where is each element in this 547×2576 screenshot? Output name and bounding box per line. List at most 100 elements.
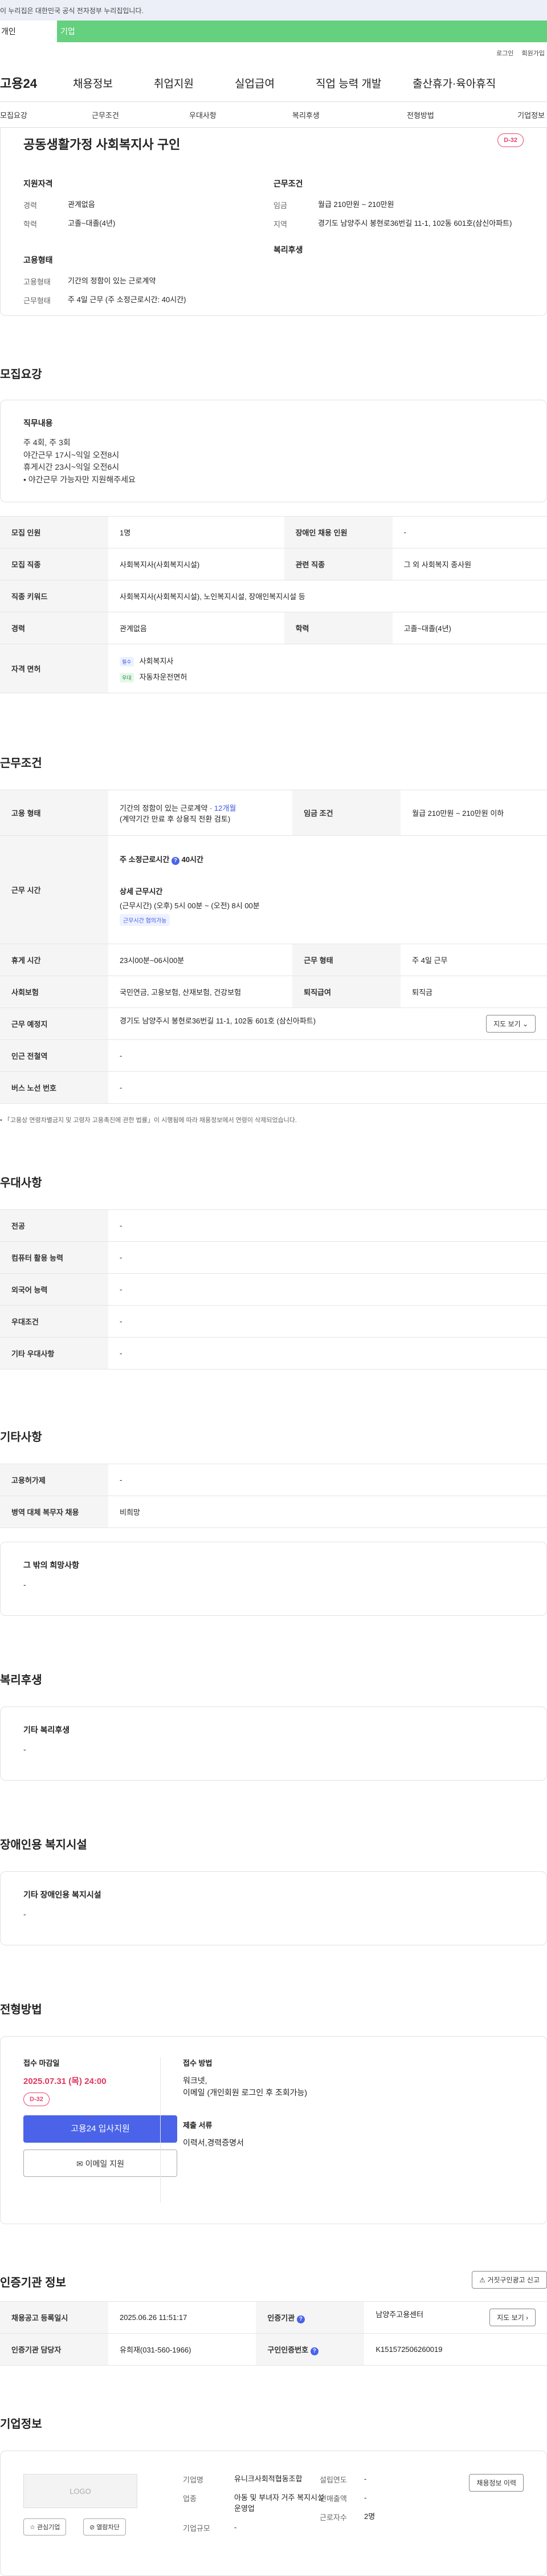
- info-icon[interactable]: ?: [171, 857, 179, 865]
- pref-table: 전공 - 컴퓨터 활용 능력 - 외국어 능력 - 우대조건 - 기타 우대사항 -: [0, 1209, 547, 1370]
- time-std-label: 주 소정근로시간: [120, 855, 170, 864]
- size-label: 기업규모: [183, 2524, 210, 2533]
- row-label: 학력: [284, 612, 393, 644]
- signup-link[interactable]: 회원가입: [522, 48, 545, 58]
- row-label: 버스 노선 번호: [0, 1071, 108, 1104]
- divider: [160, 2057, 161, 2203]
- sales-label: 연매출액: [320, 2494, 347, 2503]
- info-icon[interactable]: ?: [310, 2347, 319, 2355]
- org-value: 남양주고용센터: [375, 2310, 424, 2319]
- cert-title: 인증기관 정보: [0, 2277, 66, 2289]
- tab-selection[interactable]: 전형방법: [361, 109, 476, 120]
- favorite-button[interactable]: ☆ 관심기업: [23, 2518, 67, 2536]
- block-label: 열람차단: [96, 2524, 120, 2531]
- star-icon: ☆: [30, 2524, 35, 2531]
- pref-title: 우대사항: [0, 1177, 42, 1189]
- gnb-item-unemployment[interactable]: 실업급여: [235, 75, 316, 91]
- cond-heading: 근무조건: [274, 179, 303, 188]
- login-link[interactable]: 로그인: [496, 48, 513, 58]
- gnb-item-leave[interactable]: 출산휴가·육아휴직: [413, 75, 496, 91]
- gov-banner: 이 누리집은 대한민국 공식 전자정부 누리집입니다.: [0, 0, 547, 21]
- row-value: -: [108, 1241, 547, 1274]
- qual-heading: 지원자격: [23, 179, 53, 188]
- map-button[interactable]: 지도 보기 ›: [489, 2309, 536, 2326]
- row-label: 장애인 채용 인원: [284, 516, 393, 548]
- tab-company[interactable]: 기업정보: [476, 109, 547, 120]
- year-label: 설립연도: [320, 2476, 347, 2484]
- row-label: 컴퓨터 활용 능력: [0, 1241, 108, 1274]
- favorite-label: 관심기업: [36, 2524, 60, 2531]
- user-type-tabs: 개인 기업: [0, 21, 547, 42]
- industry-value: 아동 및 부녀자 거주 복지시설 운영업: [234, 2493, 324, 2513]
- row-label: 근무 예정지: [0, 1007, 108, 1040]
- chevron-down-icon: ⌄: [522, 1020, 528, 1028]
- tab-recruit[interactable]: 모집요강: [0, 109, 69, 120]
- company-title: 기업정보: [0, 2418, 42, 2431]
- row-label: 퇴직급여: [292, 976, 401, 1008]
- method-line: 워크넷,: [183, 2076, 207, 2085]
- row-label: 구인인증번호 ?: [256, 2333, 365, 2366]
- sales-value: -: [364, 2493, 367, 2502]
- job-summary-card: 공동생활가정 사회복지사 구인 D-32 지원자격 경력 관계없음 학력 고졸~대졸…: [0, 128, 547, 316]
- etc-box-heading: 그 밖의 희망사항: [23, 1561, 79, 1570]
- job-history-button[interactable]: 채용정보 이력: [469, 2474, 524, 2492]
- method-heading: 접수 방법: [183, 2059, 213, 2067]
- duty-line: 야간근무 17시~익일 오전8시: [23, 450, 120, 460]
- cert-table: 채용공고 등록일시 2025.06.26 11:51:17 인증기관 ? 남양주고용센…: [0, 2301, 547, 2366]
- row-value: -: [392, 516, 547, 548]
- row-label: 고용허가제: [0, 1464, 108, 1496]
- docs-value: 이력서,경력증명서: [183, 2138, 244, 2147]
- util-menu: 로그인 회원가입: [0, 42, 547, 64]
- tab-welfare[interactable]: 복리후생: [258, 109, 361, 120]
- welfare-heading: 복리후생: [274, 245, 303, 254]
- row-label: 인증기관 담당자: [0, 2333, 108, 2366]
- place-value: 경기도 남양주시 봉현로36번길 11-1, 102동 601호 (삼신아파트): [120, 1017, 316, 1025]
- site-logo[interactable]: 고용24: [0, 74, 73, 92]
- etc-box-value: -: [23, 1580, 26, 1589]
- time-detail: (근무시간) (오후) 5시 00분 ~ (오전) 8시 00분: [120, 901, 260, 910]
- row-label: 근무 형태: [292, 944, 401, 976]
- row-label: 외국어 능력: [0, 1273, 108, 1306]
- time-pill: 근무시간 협의가능: [120, 914, 170, 926]
- info-icon[interactable]: ?: [296, 2315, 305, 2323]
- row-value: -: [108, 1464, 547, 1496]
- tab-work[interactable]: 근무조건: [69, 109, 161, 120]
- gnb-item-training[interactable]: 직업 능력 개발: [316, 75, 413, 91]
- gnb-item-employment-support[interactable]: 취업지원: [154, 75, 235, 91]
- email-apply-button[interactable]: ✉ 이메일 지원: [23, 2150, 177, 2177]
- row-value: 관계없음: [108, 612, 284, 644]
- emp-heading: 고용형태: [23, 255, 53, 265]
- disab-box-heading: 기타 장애인용 복지시설: [23, 1890, 101, 1899]
- report-button[interactable]: ⚠ 거짓구인광고 신고: [472, 2271, 547, 2289]
- company-box: LOGO ☆ 관심기업 ⊘ 열람차단 기업명 유니크사회적협동조합 업종 아동 및 …: [0, 2451, 547, 2576]
- chevron-right-icon: ›: [526, 2314, 528, 2322]
- apply-button[interactable]: 고용24 입사지원: [23, 2115, 177, 2143]
- license-item: 자동차운전면허: [139, 672, 187, 681]
- etc-box: 그 밖의 희망사항 -: [0, 1542, 547, 1616]
- recruit-title: 모집요강: [0, 368, 42, 381]
- row-label: 병역 대체 복무자 채용: [0, 1496, 108, 1528]
- row-value: 고졸~대졸(4년): [392, 612, 547, 644]
- loc-value: 경기도 남양주시 봉현로36번길 11-1, 102동 601호(삼신아파트): [318, 219, 512, 227]
- time-detail-heading: 상세 근무시간: [120, 887, 163, 896]
- docs-heading: 제출 서류: [183, 2121, 213, 2130]
- company-name-label: 기업명: [183, 2476, 203, 2484]
- row-label: 채용공고 등록일시: [0, 2301, 108, 2334]
- tab-business[interactable]: 기업: [57, 21, 547, 42]
- map-button[interactable]: 지도 보기 ⌄: [486, 1015, 536, 1033]
- disab-box: 기타 장애인용 복지시설 -: [0, 1871, 547, 1945]
- tab-personal[interactable]: 개인: [0, 21, 57, 42]
- welfare-box-value: -: [23, 1745, 26, 1754]
- row-value: 국민연금, 고용보험, 산재보험, 건강보험: [108, 976, 293, 1008]
- row-label: 자격 면허: [0, 644, 108, 693]
- row-label: 경력: [0, 612, 108, 644]
- disab-title: 장애인용 복지시설: [0, 1839, 87, 1851]
- tab-pref[interactable]: 우대사항: [161, 109, 258, 120]
- gnb-item-jobs[interactable]: 채용정보: [73, 75, 154, 91]
- license-cell: 필수 사회복지사 우대 자동차운전면허: [108, 644, 547, 693]
- row-label: 휴게 시간: [0, 944, 108, 976]
- row-label: 전공: [0, 1209, 108, 1242]
- block-button[interactable]: ⊘ 열람차단: [83, 2518, 126, 2536]
- etc-title: 기타사항: [0, 1431, 42, 1444]
- duty-line: 주 4회, 주 3회: [23, 438, 71, 447]
